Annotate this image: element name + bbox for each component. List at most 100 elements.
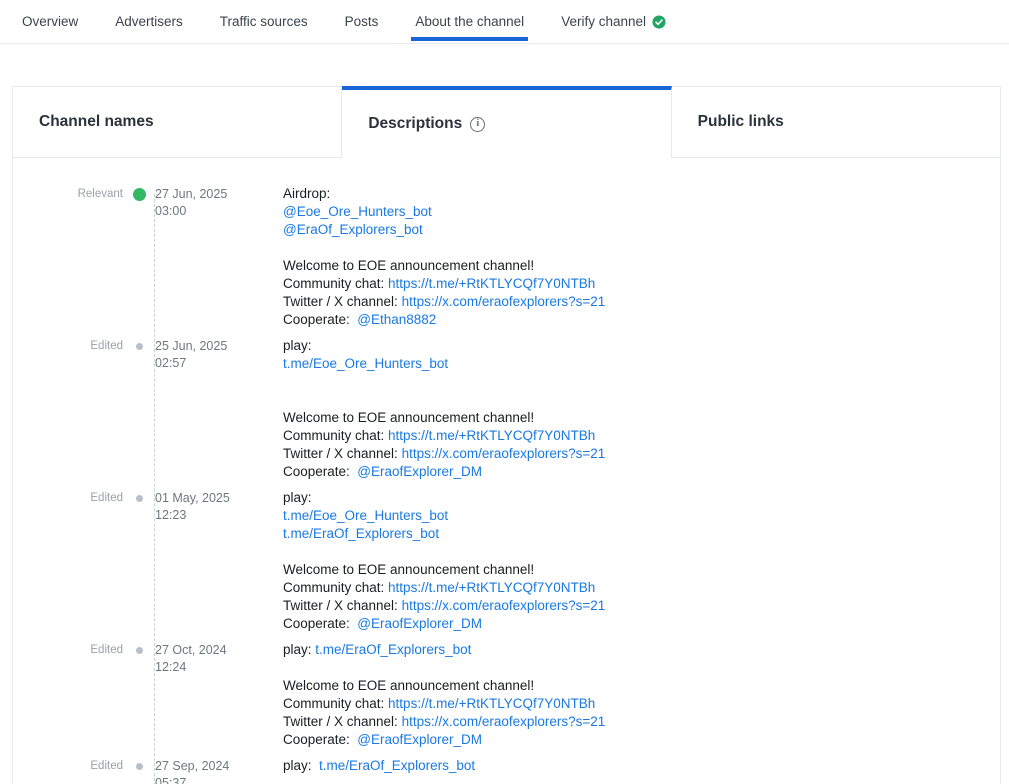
tab-descriptions[interactable]: Descriptions: [342, 86, 671, 158]
timeline-entry: Edited 27 Oct, 2024 12:24 play: t.me/Era…: [13, 641, 1000, 757]
description-line: play: t.me/EraOf_Explorers_bot: [283, 757, 1000, 775]
description-line: Community chat: https://t.me/+RtKTLYCQf7…: [283, 275, 1000, 293]
description-line: Cooperate: @EraofExplorer_DM: [283, 615, 1000, 633]
top-nav-item-traffic-sources[interactable]: Traffic sources: [220, 0, 308, 43]
tab-label: Descriptions: [368, 115, 462, 133]
description-line: Community chat: https://t.me/+RtKTLYCQf7…: [283, 427, 1000, 445]
description-line: Community chat: https://t.me/+RtKTLYCQf7…: [283, 579, 1000, 597]
description-link[interactable]: t.me/Eoe_Ore_Hunters_bot: [283, 356, 448, 371]
timeline-dot: [136, 343, 143, 350]
description-text-segment: Twitter / X channel:: [283, 598, 402, 613]
top-nav-item-posts[interactable]: Posts: [345, 0, 379, 43]
timeline-dot: [136, 647, 143, 654]
description-link[interactable]: https://t.me/+RtKTLYCQf7Y0NTBh: [388, 696, 595, 711]
top-nav-item-overview[interactable]: Overview: [22, 0, 78, 43]
description-text-segment: Welcome to EOE announcement channel!: [283, 410, 534, 425]
top-nav-item-advertisers[interactable]: Advertisers: [115, 0, 183, 43]
entry-datetime: 25 Jun, 2025 02:57: [155, 337, 283, 372]
description-link[interactable]: https://t.me/+RtKTLYCQf7Y0NTBh: [388, 580, 595, 595]
about-channel-card: Channel names Descriptions Public links …: [12, 86, 1001, 784]
top-nav-item-label: Advertisers: [115, 14, 183, 29]
description-text: play: t.me/EraOf_Explorers_bot: [283, 757, 1000, 775]
entry-datetime: 27 Oct, 2024 12:24: [155, 641, 283, 676]
description-line: [283, 543, 1000, 561]
description-line: [283, 373, 1000, 391]
top-nav-item-label: Verify channel: [561, 14, 646, 29]
description-link[interactable]: https://x.com/eraofexplorers?s=21: [402, 294, 606, 309]
description-text: Airdrop: @Eoe_Ore_Hunters_bot @EraOf_Explo…: [283, 185, 1000, 329]
top-nav-item-label: About the channel: [415, 14, 524, 29]
description-link[interactable]: @Ethan8882: [357, 312, 436, 327]
timeline-dot: [136, 763, 143, 770]
entry-datetime: 27 Sep, 2024 05:37: [155, 757, 283, 784]
description-link[interactable]: t.me/Eoe_Ore_Hunters_bot: [283, 508, 448, 523]
entry-time: 02:57: [155, 355, 283, 372]
description-line: Twitter / X channel: https://x.com/eraof…: [283, 293, 1000, 311]
description-text-segment: Welcome to EOE announcement channel!: [283, 562, 534, 577]
description-link[interactable]: https://t.me/+RtKTLYCQf7Y0NTBh: [388, 428, 595, 443]
description-text-segment: Community chat:: [283, 580, 388, 595]
timeline-entry: Relevant 27 Jun, 2025 03:00 Airdrop:@Eoe…: [13, 185, 1000, 337]
entry-date: 27 Oct, 2024: [155, 642, 283, 659]
timeline-dot-column: [123, 185, 155, 201]
tab-channel-names[interactable]: Channel names: [12, 86, 342, 158]
top-nav-item-verify-channel[interactable]: Verify channel: [561, 0, 666, 43]
description-line: [283, 659, 1000, 677]
description-text-segment: play:: [283, 642, 315, 657]
tab-public-links[interactable]: Public links: [672, 86, 1001, 158]
timeline-dot-column: [123, 641, 155, 654]
description-text-segment: Cooperate:: [283, 312, 357, 327]
description-text: play:t.me/Eoe_Ore_Hunters_botWelcome to …: [283, 337, 1000, 481]
description-link[interactable]: @Eoe_Ore_Hunters_bot: [283, 204, 432, 219]
description-text-segment: Airdrop:: [283, 186, 330, 201]
info-icon[interactable]: [470, 117, 485, 132]
description-line: Welcome to EOE announcement channel!: [283, 257, 1000, 275]
timeline-dot-column: [123, 337, 155, 350]
description-line: @Eoe_Ore_Hunters_bot: [283, 203, 1000, 221]
entry-time: 12:24: [155, 659, 283, 676]
description-line: Welcome to EOE announcement channel!: [283, 409, 1000, 427]
description-link[interactable]: t.me/EraOf_Explorers_bot: [319, 758, 475, 773]
timeline-dot-column: [123, 489, 155, 502]
description-line: [283, 239, 1000, 257]
description-text-segment: Twitter / X channel:: [283, 294, 402, 309]
entry-status-label: Edited: [37, 757, 123, 772]
description-link[interactable]: https://x.com/eraofexplorers?s=21: [402, 446, 606, 461]
description-line: [283, 391, 1000, 409]
description-line: Cooperate: @Ethan8882: [283, 311, 1000, 329]
description-link[interactable]: @EraOf_Explorers_bot: [283, 222, 423, 237]
description-text-segment: Cooperate:: [283, 616, 357, 631]
description-link[interactable]: t.me/EraOf_Explorers_bot: [315, 642, 471, 657]
description-line: @EraOf_Explorers_bot: [283, 221, 1000, 239]
description-text-segment: Twitter / X channel:: [283, 714, 402, 729]
description-link[interactable]: @EraofExplorer_DM: [357, 732, 482, 747]
description-line: Welcome to EOE announcement channel!: [283, 561, 1000, 579]
description-link[interactable]: @EraofExplorer_DM: [357, 616, 482, 631]
description-link[interactable]: https://t.me/+RtKTLYCQf7Y0NTBh: [388, 276, 595, 291]
description-text-segment: play:: [283, 490, 312, 505]
entry-date: 27 Sep, 2024: [155, 758, 283, 775]
description-line: Airdrop:: [283, 185, 1000, 203]
entry-time: 05:37: [155, 775, 283, 784]
top-nav-item-label: Traffic sources: [220, 14, 308, 29]
timeline-entry: Edited 27 Sep, 2024 05:37 play: t.me/Era…: [13, 757, 1000, 784]
description-line: Community chat: https://t.me/+RtKTLYCQf7…: [283, 695, 1000, 713]
verified-check-icon: [652, 15, 666, 29]
top-nav-item-label: Posts: [345, 14, 379, 29]
description-line: Welcome to EOE announcement channel!: [283, 677, 1000, 695]
description-link[interactable]: @EraofExplorer_DM: [357, 464, 482, 479]
timeline-dot: [133, 188, 146, 201]
timeline-entry: Edited 01 May, 2025 12:23 play:t.me/Eoe_…: [13, 489, 1000, 641]
description-link[interactable]: https://x.com/eraofexplorers?s=21: [402, 598, 606, 613]
description-line: t.me/EraOf_Explorers_bot: [283, 525, 1000, 543]
description-text-segment: Twitter / X channel:: [283, 446, 402, 461]
top-nav-item-about-the-channel[interactable]: About the channel: [415, 0, 524, 43]
description-link[interactable]: t.me/EraOf_Explorers_bot: [283, 526, 439, 541]
tab-label: Channel names: [39, 113, 154, 131]
description-text-segment: Cooperate:: [283, 464, 357, 479]
entry-status-label: Edited: [37, 337, 123, 352]
description-line: play:: [283, 489, 1000, 507]
entry-status-label: Edited: [37, 641, 123, 656]
description-link[interactable]: https://x.com/eraofexplorers?s=21: [402, 714, 606, 729]
description-line: Twitter / X channel: https://x.com/eraof…: [283, 713, 1000, 731]
